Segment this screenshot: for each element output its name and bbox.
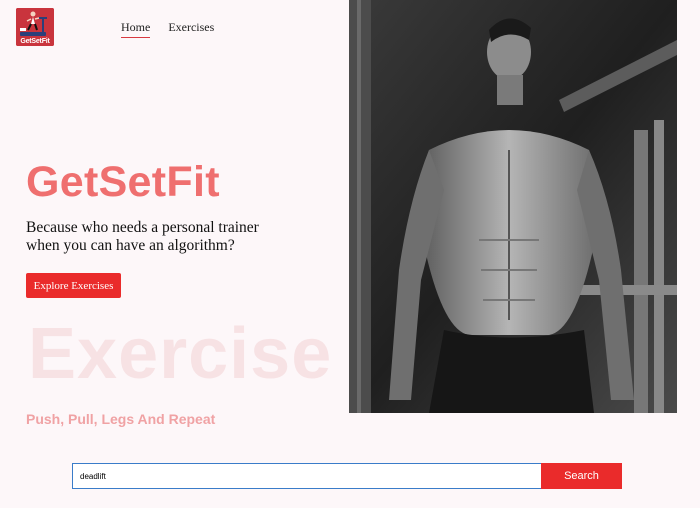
logo[interactable]: GetSetFit: [16, 8, 54, 46]
nav-home-link[interactable]: Home: [121, 20, 151, 38]
explore-exercises-button[interactable]: Explore Exercises: [26, 273, 121, 298]
nav-exercises-link[interactable]: Exercises: [168, 20, 214, 38]
search-bar: Search: [72, 463, 622, 489]
search-input[interactable]: [72, 463, 541, 489]
hero-tagline: Push, Pull, Legs And Repeat: [26, 411, 216, 427]
hero-title: GetSetFit: [26, 158, 220, 206]
search-button[interactable]: Search: [541, 463, 622, 489]
top-nav: Home Exercises: [121, 20, 214, 38]
background-watermark-word: Exercise: [28, 314, 333, 394]
hero-subtitle: Because who needs a personal trainer whe…: [26, 219, 259, 254]
hero-image: [349, 0, 677, 413]
logo-text: GetSetFit: [20, 38, 50, 45]
